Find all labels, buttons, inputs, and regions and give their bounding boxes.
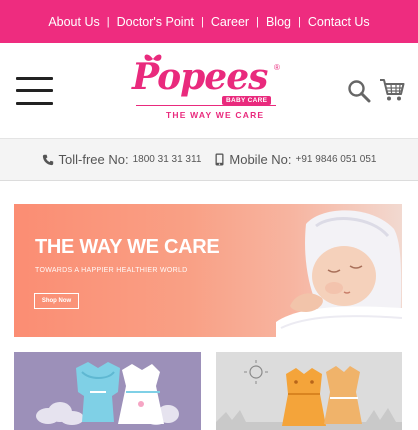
mobile-label: Mobile No: (229, 152, 292, 167)
nav-separator: | (106, 15, 110, 28)
banner-title: THE WAY WE CARE (35, 236, 220, 258)
search-icon[interactable] (347, 79, 371, 103)
logo-sub-badge: BABY CARE (222, 96, 272, 105)
nav-separator: | (256, 15, 259, 28)
top-nav: About Us | Doctor's Point | Career | Blo… (0, 0, 418, 43)
phone-icon (42, 154, 53, 165)
nav-separator: | (297, 15, 301, 28)
tollfree-label: Toll-free No: (58, 152, 129, 167)
hero-banner[interactable]: THE WAY WE CARE TOWARDS A HAPPIER HEALTH… (14, 204, 402, 337)
shop-now-button[interactable]: Shop Now (34, 293, 79, 309)
site-header: Popees ® BABY CARE THE WAY WE CARE (0, 43, 418, 139)
brand-logo[interactable]: Popees ® BABY CARE THE WAY WE CARE (132, 54, 286, 125)
banner-subtitle: TOWARDS A HAPPIER HEALTHIER WORLD (35, 267, 188, 274)
cart-icon[interactable] (379, 77, 405, 103)
menu-icon[interactable] (16, 77, 53, 105)
nav-separator: | (201, 15, 204, 28)
logo-tagline: THE WAY WE CARE (166, 110, 265, 120)
product-tile-baby-outfit[interactable] (216, 352, 402, 430)
logo-divider (136, 105, 276, 106)
tollfree-number[interactable]: 1800 31 31 311 (133, 154, 202, 165)
baby-clothes-image (36, 362, 179, 425)
baby-outfit-image (216, 360, 402, 430)
contact-bar: Toll-free No: 1800 31 31 311 Mobile No: … (0, 139, 418, 181)
nav-link-career[interactable]: Career (211, 15, 249, 29)
logo-wordmark: Popees (132, 56, 268, 98)
nav-link-about-us[interactable]: About Us (48, 15, 99, 29)
mobile-icon (215, 153, 224, 166)
nav-link-contact-us[interactable]: Contact Us (308, 15, 370, 29)
nav-link-blog[interactable]: Blog (266, 15, 291, 29)
nav-link-doctors-point[interactable]: Doctor's Point (117, 15, 194, 29)
logo-registered-mark: ® (274, 63, 280, 72)
mobile-number[interactable]: +91 9846 051 051 (296, 154, 377, 165)
product-tile-baby-clothes[interactable] (14, 352, 201, 430)
sleeping-baby-image (276, 210, 402, 337)
